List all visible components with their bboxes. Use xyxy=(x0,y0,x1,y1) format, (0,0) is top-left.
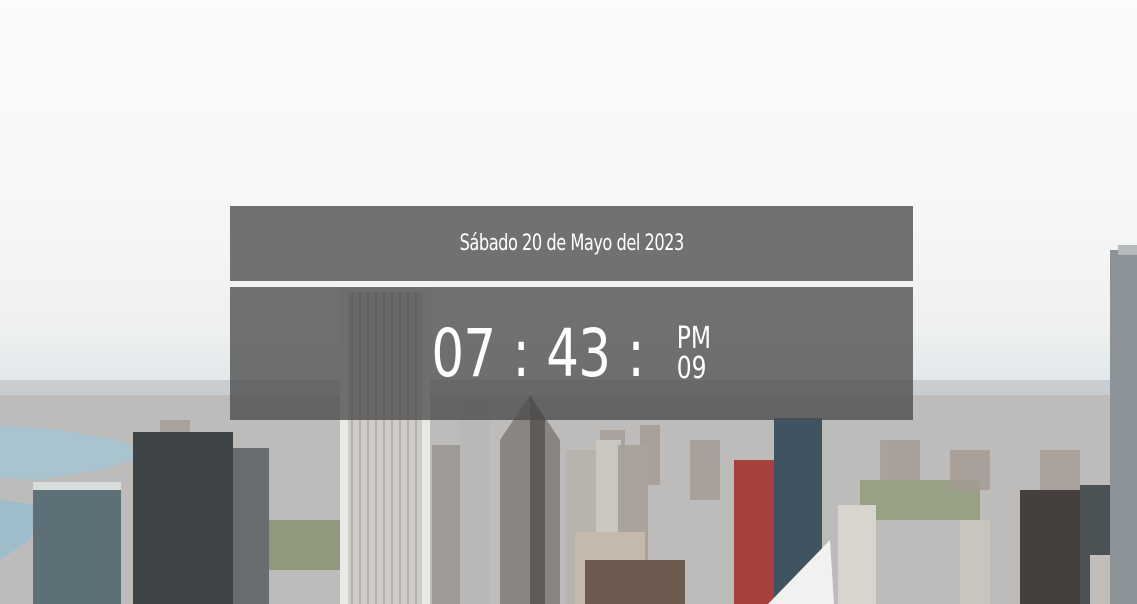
hours-minutes-separator: : xyxy=(512,314,530,392)
hours-value: 07 xyxy=(431,314,497,392)
minutes-seconds-separator: : xyxy=(627,314,645,392)
current-date: Sábado 20 de Mayo del 2023 xyxy=(459,231,684,256)
meridiem-seconds-stack: PM 09 xyxy=(676,320,712,386)
time-panel: 07 : 43 : PM 09 xyxy=(230,287,913,420)
seconds-value: 09 xyxy=(676,350,707,386)
meridiem-label: PM xyxy=(676,320,712,356)
minutes-value: 43 xyxy=(546,314,612,392)
date-panel: Sábado 20 de Mayo del 2023 xyxy=(230,206,913,281)
time-display: 07 : 43 : PM 09 xyxy=(431,314,712,392)
